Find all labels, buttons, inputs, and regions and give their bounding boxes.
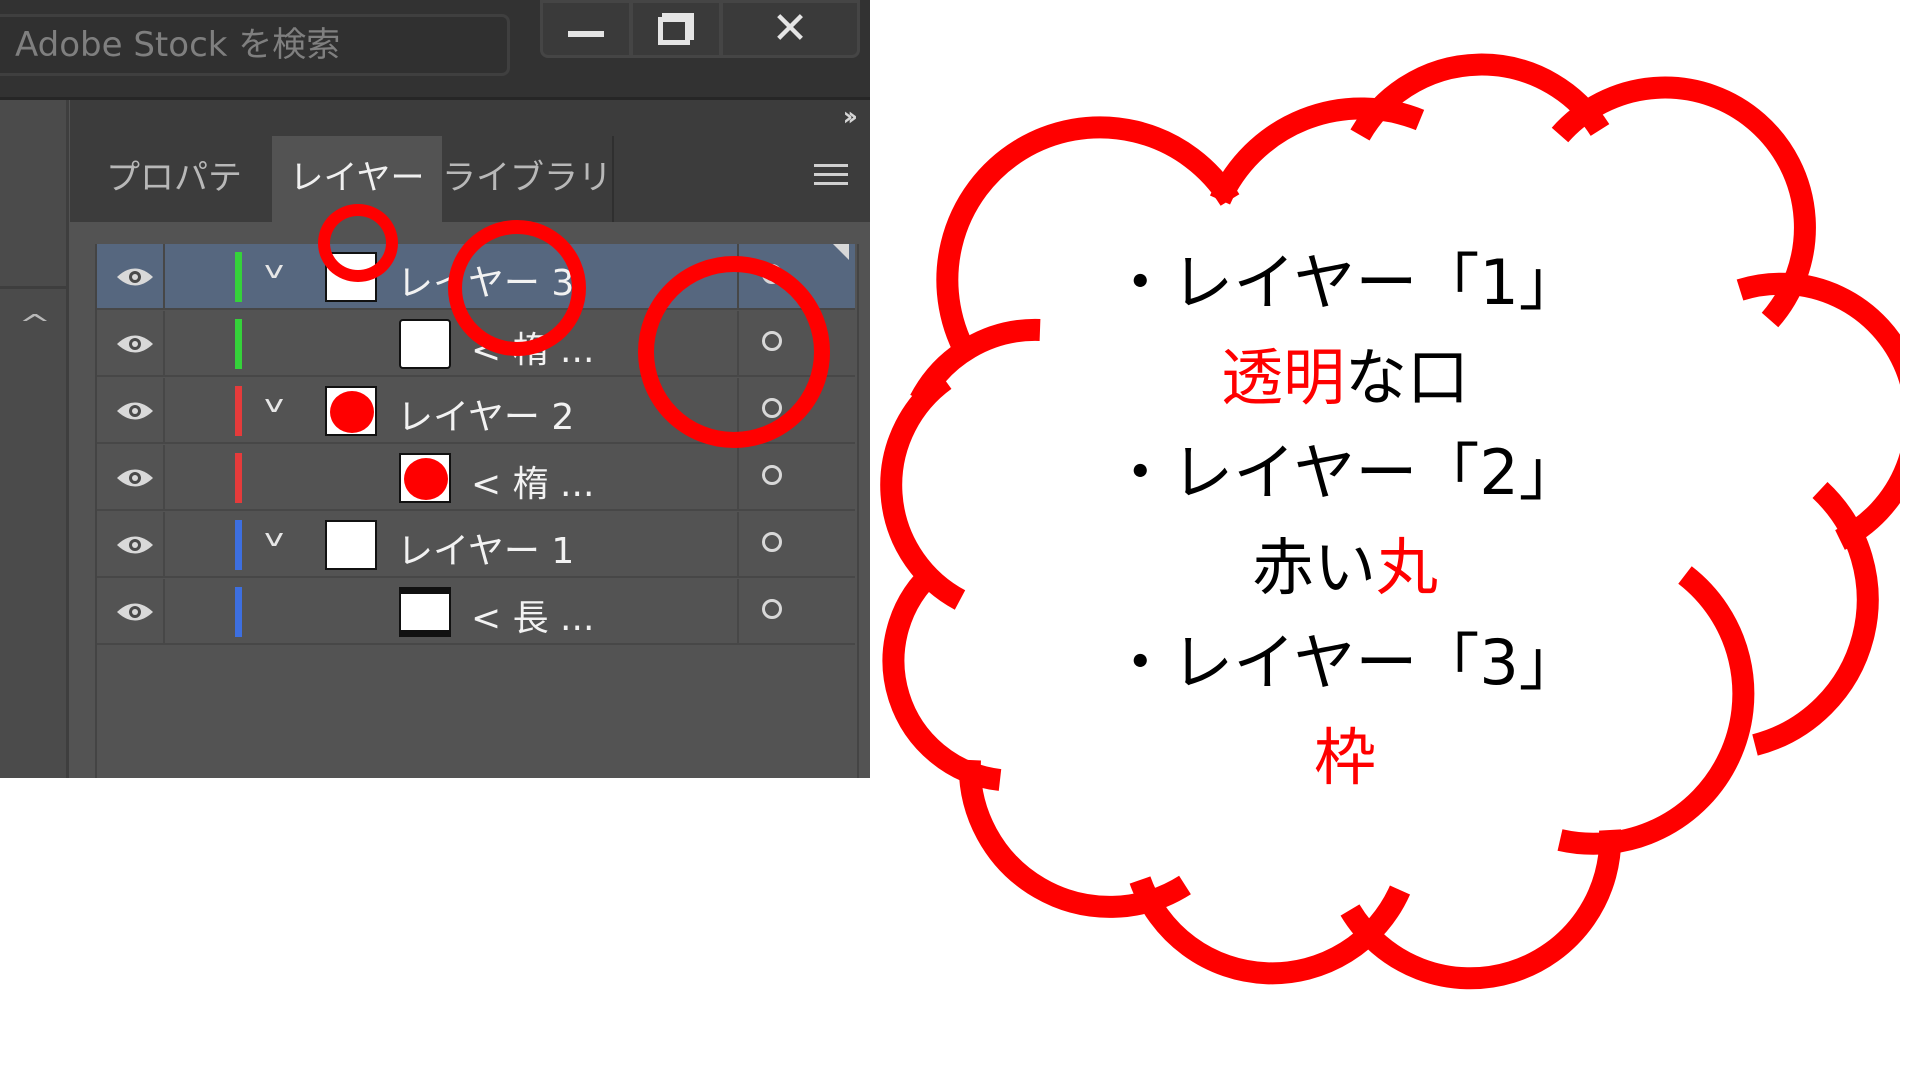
callout-highlight-text: 丸 — [1376, 531, 1439, 604]
divider — [163, 378, 165, 442]
layer-thumbnail — [325, 520, 377, 570]
divider — [737, 579, 739, 643]
highlight-circle — [638, 256, 830, 448]
minimize-icon — [568, 31, 604, 37]
layer-thumbnail — [399, 453, 451, 503]
layer-thumbnail — [399, 587, 451, 637]
highlight-circle — [448, 220, 586, 356]
layer-thumbnail — [325, 386, 377, 436]
layer-name: レイヤー 2 — [397, 397, 575, 438]
divider — [163, 244, 165, 308]
left-dock-strip: ^ — [0, 100, 69, 778]
layer-color-bar — [235, 520, 242, 570]
layer-name: < 長 ... — [471, 598, 595, 639]
close-icon: ✕ — [771, 3, 809, 54]
divider — [163, 445, 165, 509]
eye-visibility-icon[interactable] — [115, 463, 155, 493]
adobe-stock-search-input[interactable]: Adobe Stock を検索 — [0, 14, 510, 76]
callout-highlight-text: 枠 — [1313, 721, 1376, 794]
layer-color-bar — [235, 319, 242, 369]
restore-button[interactable] — [630, 0, 722, 58]
chevron-down-icon[interactable]: v — [264, 524, 284, 552]
eye-visibility-icon[interactable] — [115, 329, 155, 359]
callout-line: 赤い丸 — [1040, 520, 1650, 615]
tab-properties[interactable]: プロパティ — [94, 136, 254, 282]
layer-color-bar — [235, 587, 242, 637]
callout-highlight-text: 透明 — [1220, 341, 1345, 414]
callout-line: 透明な口 — [1040, 330, 1650, 425]
panel-header: ›› — [70, 100, 870, 136]
layer-name: レイヤー 1 — [397, 531, 575, 572]
target-circle-icon[interactable] — [762, 532, 782, 552]
layer-color-bar — [235, 453, 242, 503]
layer-name: < 楕 ... — [471, 464, 595, 505]
divider — [737, 512, 739, 576]
callout-text-part: ・レイヤー「2」 — [1109, 436, 1581, 509]
top-bar: Adobe Stock を検索 ✕ — [0, 0, 870, 100]
restore-icon — [656, 11, 696, 47]
chevron-down-icon[interactable]: v — [264, 256, 284, 284]
target-circle-icon[interactable] — [762, 599, 782, 619]
divider — [163, 311, 165, 375]
callout-line: ・レイヤー「2」 — [1040, 425, 1650, 520]
eye-visibility-icon[interactable] — [115, 262, 155, 292]
eye-visibility-icon[interactable] — [115, 530, 155, 560]
chevron-down-icon[interactable]: v — [264, 390, 284, 418]
panel-tabs: プロパティ レイヤー ライブラリ — [70, 136, 870, 282]
layer-row[interactable]: v レイヤー 1 — [97, 512, 855, 578]
divider — [163, 512, 165, 576]
item-row[interactable]: < 楕 ... — [97, 445, 855, 511]
callout-line: ・レイヤー「3」 — [1040, 615, 1650, 710]
layer-color-bar — [235, 252, 242, 302]
layer-thumbnail — [399, 319, 451, 369]
callout-text: ・レイヤー「1」透明な口・レイヤー「2」赤い丸・レイヤー「3」枠 — [1040, 235, 1650, 805]
callout-text-part: 赤い — [1251, 531, 1376, 604]
eye-visibility-icon[interactable] — [115, 597, 155, 627]
divider — [0, 286, 66, 289]
eye-visibility-icon[interactable] — [115, 396, 155, 426]
callout-text-part: な口 — [1345, 341, 1470, 414]
divider — [737, 445, 739, 509]
chevron-up-icon[interactable]: ^ — [19, 310, 52, 340]
close-button[interactable]: ✕ — [720, 0, 860, 58]
tab-libraries[interactable]: ライブラリ — [442, 136, 614, 222]
highlight-circle — [318, 204, 398, 282]
minimize-button[interactable] — [540, 0, 632, 58]
callout-line: 枠 — [1040, 710, 1650, 805]
layer-color-bar — [235, 386, 242, 436]
callout-line: ・レイヤー「1」 — [1040, 235, 1650, 330]
divider — [163, 579, 165, 643]
item-row[interactable]: < 長 ... — [97, 579, 855, 645]
callout-text-part: ・レイヤー「1」 — [1109, 246, 1581, 319]
callout-text-part: ・レイヤー「3」 — [1109, 626, 1581, 699]
target-circle-icon[interactable] — [762, 465, 782, 485]
